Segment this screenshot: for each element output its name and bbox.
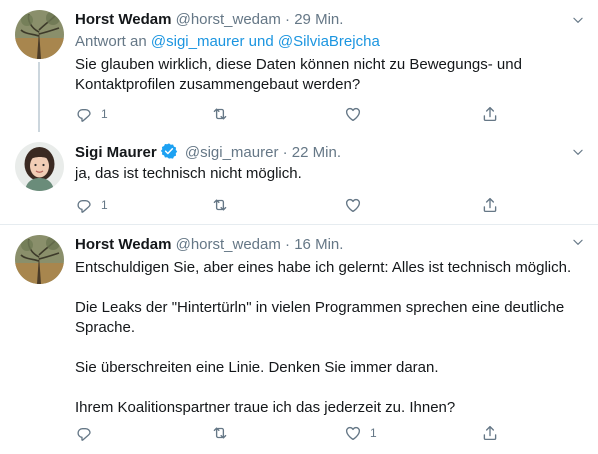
- display-name[interactable]: Horst Wedam: [75, 236, 171, 253]
- mention-link[interactable]: @sigi_maurer: [151, 33, 245, 50]
- tweet-2[interactable]: Sigi Maurer @sigi_maurer · 22 Min. ja, d…: [0, 132, 598, 224]
- tweet-header: Horst Wedam @horst_wedam · 29 Min.: [75, 10, 343, 30]
- tweet-paragraph: Entschuldigen Sie, aber eines habe ich g…: [75, 259, 572, 276]
- retweet-icon: [211, 105, 229, 123]
- like-button[interactable]: 1: [344, 423, 377, 443]
- retweet-button[interactable]: [211, 423, 237, 443]
- reply-count: 1: [101, 198, 108, 212]
- chevron-down-icon[interactable]: [571, 145, 585, 159]
- reply-context: Antwort an @sigi_maurer und @SilviaBrejc…: [75, 32, 380, 52]
- share-icon: [481, 196, 499, 214]
- chevron-down-icon[interactable]: [571, 13, 585, 27]
- heart-icon: [344, 424, 362, 442]
- reply-icon: [75, 105, 93, 123]
- mention-link[interactable]: @SilviaBrejcha: [278, 33, 380, 50]
- heart-icon: [344, 105, 362, 123]
- reply-prefix: Antwort an: [75, 33, 147, 50]
- tweet-paragraph: Die Leaks der "Hintertürln" in vielen Pr…: [75, 299, 565, 336]
- separator-dot: ·: [285, 236, 291, 253]
- retweet-icon: [211, 196, 229, 214]
- share-icon: [481, 424, 499, 442]
- chevron-down-icon[interactable]: [571, 235, 585, 249]
- tweet-text: Entschuldigen Sie, aber eines habe ich g…: [75, 258, 575, 418]
- retweet-icon: [211, 424, 229, 442]
- share-button[interactable]: [481, 195, 499, 215]
- avatar-horst-wedam[interactable]: [15, 10, 64, 59]
- separator-dot: ·: [282, 144, 288, 161]
- reply-icon: [75, 196, 93, 214]
- mention-and: und: [248, 33, 274, 50]
- verified-badge-icon: [160, 143, 177, 159]
- like-count: 1: [370, 426, 377, 440]
- like-button[interactable]: [344, 104, 370, 124]
- tweet-paragraph: ja, das ist technisch nicht möglich.: [75, 165, 302, 182]
- thread-line: [38, 62, 40, 132]
- display-name[interactable]: Horst Wedam: [75, 11, 171, 28]
- reply-button[interactable]: [75, 423, 101, 443]
- tweet-actions: 1: [75, 195, 505, 215]
- reply-icon: [75, 424, 93, 442]
- user-handle[interactable]: @horst_wedam: [176, 236, 281, 253]
- avatar-sigi-maurer[interactable]: [15, 142, 64, 191]
- separator-dot: ·: [285, 11, 291, 28]
- tweet-actions: 1: [75, 104, 505, 124]
- tweet-1[interactable]: Horst Wedam @horst_wedam · 29 Min. Antwo…: [0, 0, 598, 132]
- tweet-actions: 1: [75, 423, 505, 443]
- retweet-button[interactable]: [211, 104, 237, 124]
- timestamp[interactable]: 22 Min.: [292, 144, 341, 161]
- tweet-paragraph: Ihrem Koalitionspartner traue ich das je…: [75, 399, 456, 416]
- timestamp[interactable]: 16 Min.: [294, 236, 343, 253]
- share-icon: [481, 105, 499, 123]
- display-name[interactable]: Sigi Maurer: [75, 144, 157, 161]
- reply-button[interactable]: 1: [75, 195, 108, 215]
- share-button[interactable]: [481, 104, 499, 124]
- tweet-text: Sie glauben wirklich, diese Daten können…: [75, 55, 575, 95]
- retweet-button[interactable]: [211, 195, 237, 215]
- reply-count: 1: [101, 107, 108, 121]
- tweet-text: ja, das ist technisch nicht möglich.: [75, 164, 575, 184]
- heart-icon: [344, 196, 362, 214]
- tweet-header: Horst Wedam @horst_wedam · 16 Min.: [75, 235, 343, 255]
- user-handle[interactable]: @horst_wedam: [176, 11, 281, 28]
- tweet-header: Sigi Maurer @sigi_maurer · 22 Min.: [75, 142, 341, 163]
- timestamp[interactable]: 29 Min.: [294, 11, 343, 28]
- avatar-horst-wedam[interactable]: [15, 235, 64, 284]
- tweet-3[interactable]: Horst Wedam @horst_wedam · 16 Min. Entsc…: [0, 225, 598, 454]
- user-handle[interactable]: @sigi_maurer: [185, 144, 279, 161]
- tweet-paragraph: Sie glauben wirklich, diese Daten können…: [75, 56, 522, 93]
- reply-button[interactable]: 1: [75, 104, 108, 124]
- share-button[interactable]: [481, 423, 499, 443]
- tweet-paragraph: Sie überschreiten eine Linie. Denken Sie…: [75, 359, 439, 376]
- like-button[interactable]: [344, 195, 370, 215]
